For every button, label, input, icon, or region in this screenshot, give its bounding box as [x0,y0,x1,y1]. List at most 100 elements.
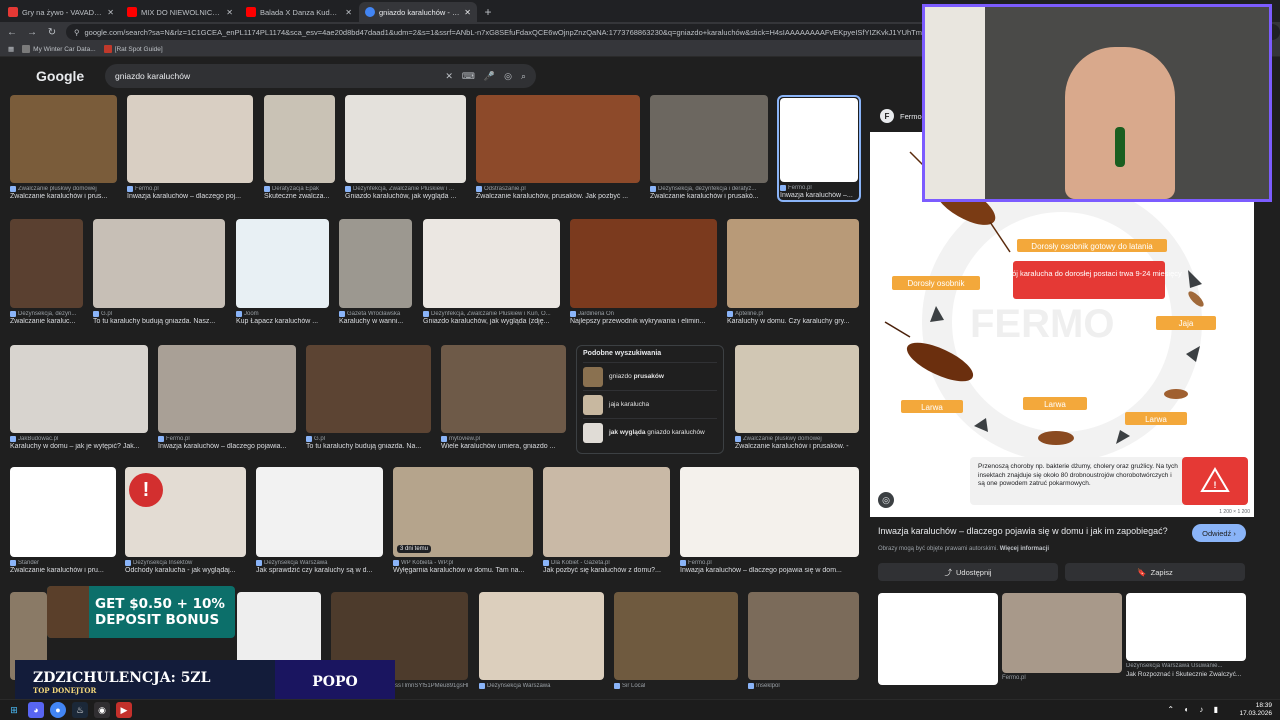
image-result[interactable]: Zwalczanie pluskwy domowej Zwalczanie ka… [10,95,117,200]
visit-button[interactable]: Odwiedź › [1192,524,1246,542]
image-result[interactable]: Dezynsekcja Warszawa Jak sprawdzić czy k… [256,467,383,574]
new-tab-icon[interactable]: + [478,2,498,22]
keyboard-icon[interactable]: ⌨ [462,71,475,82]
lens-icon[interactable]: ◎ [504,71,512,82]
result-thumbnail[interactable] [650,95,768,183]
result-caption[interactable]: Wiele karaluchów umiera, gniazdo ... [441,443,566,450]
related-item[interactable]: gniazdo prusaków [583,362,717,390]
result-thumbnail[interactable] [748,592,859,680]
result-thumbnail[interactable] [570,219,717,308]
related-thumb[interactable] [1002,593,1122,673]
result-caption[interactable]: Inwazja karaluchów –... [780,192,858,199]
result-thumbnail[interactable] [476,95,640,183]
image-result-selected[interactable]: Fermo.pl Inwazja karaluchów –... [777,95,861,202]
chrome-icon[interactable]: ● [50,702,66,718]
close-tab-icon[interactable]: ✕ [345,8,352,17]
reload-icon[interactable]: ↻ [46,27,58,38]
result-thumbnail[interactable] [10,95,117,183]
result-caption[interactable]: Karaluchy w domu – jak je wytępić? Jak..… [10,443,148,450]
image-result[interactable]: ! Dezynsekcja Insektów Odchody karalucha… [125,467,246,574]
result-thumbnail[interactable] [93,219,225,308]
related-thumb[interactable] [1126,593,1246,661]
result-caption[interactable]: Zwalczanie karaluchów i prusaków. - [735,443,859,450]
result-caption[interactable]: Gniazdo karaluchów, jak wygląda ... [345,193,466,200]
result-caption[interactable]: To tu karaluchy budują gniazda. Nasz... [93,318,225,325]
result-caption[interactable]: Jak sprawdzić czy karaluchy są w d... [256,567,383,574]
result-thumbnail[interactable] [614,592,738,680]
result-thumbnail[interactable] [306,345,431,433]
result-thumbnail[interactable] [345,95,466,183]
bookmark-winter-car[interactable]: My Winter Car Data... [22,45,96,53]
result-caption[interactable]: Zwalczanie karaluc... [10,318,83,325]
result-thumbnail[interactable] [780,98,858,182]
obs-icon[interactable]: ◉ [94,702,110,718]
result-thumbnail[interactable]: ! [125,467,246,557]
result-thumbnail[interactable] [158,345,296,433]
image-result[interactable]: Fermo.pl Inwazja karaluchów – dlaczego p… [158,345,296,450]
result-caption[interactable]: Zwalczanie karaluchów i pru... [10,567,116,574]
image-result[interactable]: Deratyzacja Epak Skuteczne zwalcza... [264,95,335,200]
related-item[interactable]: jak wygląda gniazdo karaluchów [583,418,717,446]
share-button[interactable]: ⤴ Udostępnij [878,563,1058,581]
more-info-link[interactable]: Więcej informacji [1000,546,1049,552]
result-caption[interactable]: Inwazja karaluchów – dlaczego pojawia... [158,443,296,450]
image-result[interactable]: Dla Kobiet - Gazeta.pl Jak pozbyć się ka… [543,467,670,574]
related-thumb[interactable] [878,593,998,685]
result-caption[interactable]: Jak pozbyć się karaluchów z domu?... [543,567,670,574]
windows-start-icon[interactable]: ⊞ [6,702,22,718]
image-result[interactable]: Joom Kup Łapacz karaluchów ... [236,219,329,325]
tab-vavada[interactable]: Gry na żywo - VAVADA Online ✕ [2,2,120,22]
steam-icon[interactable]: ♨ [72,702,88,718]
result-thumbnail[interactable] [423,219,560,308]
result-thumbnail[interactable] [735,345,859,433]
result-caption[interactable]: Karaluchy w domu. Czy karaluchy gry... [727,318,859,325]
result-caption[interactable]: Odchody karalucha - jak wyglądaj... [125,567,246,574]
forward-icon[interactable]: → [26,27,38,38]
image-result[interactable]: Apteline.pl Karaluchy w domu. Czy karalu… [727,219,859,325]
close-tab-icon[interactable]: ✕ [464,8,471,17]
image-result[interactable]: G.pl To tu karaluchy budują gniazda. Nas… [93,219,225,325]
close-tab-icon[interactable]: ✕ [107,8,114,17]
image-result[interactable]: Stander Zwalczanie karaluchów i pru... [10,467,116,574]
tab-youtube-balada[interactable]: Balada X Danza Kuduro X She ✕ [240,2,358,22]
image-result[interactable]: Fermo.pl Inwazja karaluchów – dlaczego p… [680,467,859,574]
taskbar-clock[interactable]: 18:39 17.03.2026 [1239,702,1272,718]
image-result[interactable]: Dezynsekcja, dezyn... Zwalczanie karaluc… [10,219,83,325]
image-result[interactable]: Gazeta Wrocławska Karaluchy w wanni... [339,219,412,325]
result-caption[interactable]: Zwalczanie karaluchów, prusaków. Jak poz… [476,193,640,200]
result-thumbnail[interactable] [441,345,566,433]
result-caption[interactable]: Wyłęgarnia karaluchów w domu. Tam na... [393,567,533,574]
result-thumbnail[interactable] [236,219,329,308]
image-result[interactable]: Jardineria On Najlepszy przewodnik wykry… [570,219,717,325]
image-result[interactable]: Inseklpol [748,592,859,689]
image-result[interactable]: Sir Local [614,592,738,689]
app-icon[interactable]: ▶ [116,702,132,718]
image-result[interactable]: mytoview.pl Wiele karaluchów umiera, gni… [441,345,566,450]
search-icon[interactable]: ⌕ [521,71,526,82]
result-caption[interactable]: Zwalczanie karaluchów i prus... [10,193,117,200]
apps-icon[interactable]: ▦ [8,45,14,53]
back-icon[interactable]: ← [6,27,18,38]
image-result[interactable]: Fermo.pl Inwazja karaluchów – dlaczego p… [127,95,253,200]
related-thumb-caption[interactable]: Jak Rozpoznać i Skutecznie Zwalczyć... [1126,671,1248,678]
discord-icon[interactable]: ◕ [28,702,44,718]
result-caption[interactable]: Karaluchy w wanni... [339,318,412,325]
lens-search-icon[interactable]: ◎ [878,492,894,508]
result-caption[interactable]: Inwazja karaluchów – dlaczego pojawia si… [680,567,859,574]
result-thumbnail[interactable] [727,219,859,308]
result-thumbnail[interactable]: 3 dni temu [393,467,533,557]
close-tab-icon[interactable]: ✕ [226,8,233,17]
image-result[interactable]: Dezynsekcja, dezynfekcja i deratyz... Zw… [650,95,768,200]
site-info-icon[interactable]: ⚲ [74,28,80,37]
search-input[interactable]: gniazdo karaluchów [115,71,436,81]
image-result[interactable]: Dezynfekcja, Zwalczanie Pluskiew i Kun, … [423,219,560,325]
preview-title[interactable]: Inwazja karaluchów – dlaczego pojawia si… [878,526,1183,536]
result-thumbnail[interactable] [680,467,859,557]
result-thumbnail[interactable] [339,219,412,308]
google-logo[interactable]: Google [36,68,96,84]
microphone-icon[interactable]: 🎤 [484,71,495,82]
image-result[interactable]: G.pl To tu karaluchy budują gniazda. Na.… [306,345,431,450]
result-thumbnail[interactable] [479,592,604,680]
result-caption[interactable]: Kup Łapacz karaluchów ... [236,318,329,325]
result-thumbnail[interactable] [543,467,670,557]
